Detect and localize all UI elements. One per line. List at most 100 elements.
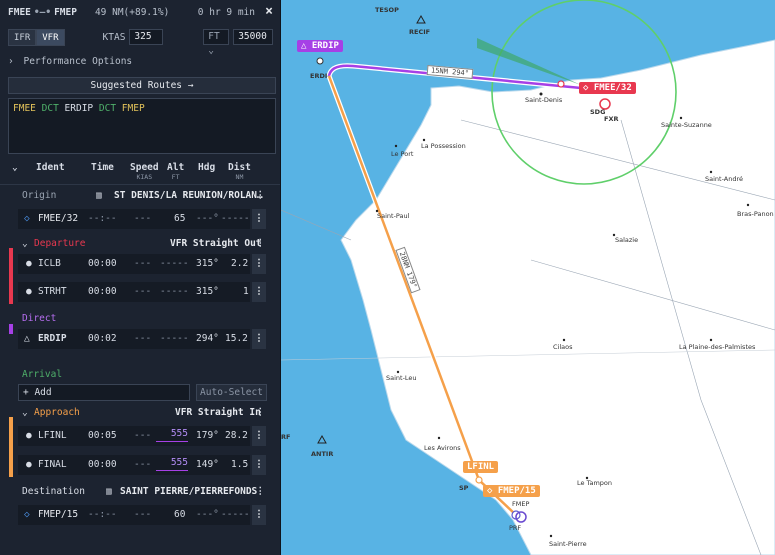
wp-menu-button[interactable]: ⋮ <box>252 282 266 302</box>
wp-menu-button[interactable]: ⋮ <box>252 209 266 229</box>
wp-speed: --- <box>134 258 152 269</box>
chevron-down-icon[interactable]: ⌄ <box>22 238 28 249</box>
wp-time: 00:02 <box>88 333 117 344</box>
place-label: Saint-Paul <box>377 212 410 220</box>
wp-ident: ICLB <box>38 258 61 269</box>
wp-alt: 60 <box>174 509 186 520</box>
close-icon[interactable]: × <box>265 4 273 19</box>
wp-time: 00:05 <box>88 430 117 441</box>
book-icon: ▥ <box>96 190 102 201</box>
wp-menu-button[interactable]: ⋮ <box>252 329 266 349</box>
place-label: RF <box>281 433 291 441</box>
chevron-right-icon: › <box>8 56 14 67</box>
altitude-unit-value: FT <box>208 31 220 42</box>
wp-hdg: 315° <box>196 258 219 269</box>
vfr-button[interactable]: VFR <box>36 28 65 46</box>
airport-diamond-icon: ◇ <box>487 486 498 496</box>
wp-speed: --- <box>134 459 152 470</box>
place-label: PRF <box>509 524 522 532</box>
waypoint-tag-lfinl[interactable]: LFINL <box>463 461 499 473</box>
col-alt-label: Alt <box>167 162 185 173</box>
col-dist-label: Dist <box>228 162 251 173</box>
waypoint-row-iclb[interactable]: ● ICLB 00:00 --- ----- 315° 2.2 <box>18 254 250 274</box>
place-label: La Plaine-des-Palmistes <box>679 343 756 351</box>
wp-time: 00:00 <box>88 286 117 297</box>
chevron-down-icon: ⌄ <box>208 45 215 56</box>
route-time: 0 hr 9 min <box>197 6 255 18</box>
origin-airport-name: ST DENIS/LA REUNION/ROLAN… <box>114 190 263 201</box>
col-time: Time <box>91 162 114 173</box>
origin-menu-icon[interactable]: ⋮ <box>256 190 266 201</box>
wp-alt-input[interactable]: 555 <box>156 457 188 471</box>
triangle-icon: △ <box>24 333 30 344</box>
map-canvas <box>281 0 775 555</box>
approach-color-bar <box>9 417 13 477</box>
map-view[interactable]: 15NM 294° 28NM 179° TESOP RECIF Saint-De… <box>281 0 775 555</box>
col-hdg: Hdg <box>198 162 216 173</box>
auto-select-button[interactable]: Auto-Select <box>196 384 267 401</box>
performance-options-label: Performance Options <box>23 56 133 67</box>
place-label: Le Tampon <box>577 479 613 487</box>
route-string-input[interactable]: FMEE DCT ERDIP DCT FMEP <box>8 98 276 154</box>
tag-label: FMEE/32 <box>593 83 632 93</box>
waypoint-row-final[interactable]: ● FINAL 00:00 --- 555 149° 1.5 <box>18 455 250 475</box>
place-label: Saint-Leu <box>386 374 417 382</box>
waypoint-row-origin[interactable]: ◇ FMEE/32 --:-- --- 65 ---° ----- <box>18 209 250 229</box>
wp-menu-button[interactable]: ⋮ <box>252 254 266 274</box>
route-distance: 49 NM(+89.1%) <box>94 6 170 18</box>
performance-options-toggle[interactable]: › Performance Options <box>8 56 132 67</box>
wp-menu-button[interactable]: ⋮ <box>252 426 266 446</box>
place-label: ANTIR <box>311 450 334 458</box>
wp-speed: --- <box>134 213 152 224</box>
suggested-routes-button[interactable]: Suggested Routes → <box>8 77 276 94</box>
col-alt: Alt FT <box>167 162 184 181</box>
waypoint-row-destination[interactable]: ◇ FMEP/15 --:-- --- 60 ---° ----- <box>18 505 250 525</box>
flight-plan-panel: FMEE •—• FMEP 49 NM(+89.1%) 0 hr 9 min ×… <box>0 0 281 555</box>
waypoint-row-strht[interactable]: ● STRHT 00:00 --- ----- 315° 1 <box>18 282 250 302</box>
tag-label: ERDIP <box>311 41 339 51</box>
destination-label: Destination <box>22 486 85 497</box>
waypoint-tag-fmep[interactable]: ◇ FMEP/15 <box>483 485 540 497</box>
waypoint-row-lfinl[interactable]: ● LFINL 00:05 --- 555 179° 28.2 <box>18 426 250 446</box>
place-label: TESOP <box>375 6 399 14</box>
approach-procedure[interactable]: VFR Straight In <box>175 407 261 418</box>
wp-alt-input[interactable]: 555 <box>156 428 188 442</box>
wp-menu-button[interactable]: ⋮ <box>252 505 266 525</box>
waypoint-dot-icon: ● <box>26 430 32 441</box>
chevron-down-icon[interactable]: ⌄ <box>22 407 28 418</box>
col-speed-label: Speed <box>130 162 159 173</box>
departure-procedure[interactable]: VFR Straight Out <box>170 238 262 249</box>
ifr-button[interactable]: IFR <box>8 28 37 46</box>
departure-color-bar <box>9 248 13 304</box>
destination-menu-icon[interactable]: ⋮ <box>256 486 266 497</box>
col-ident: Ident <box>36 162 65 173</box>
place-label: Le Port <box>391 150 414 158</box>
wp-speed: --- <box>134 430 152 441</box>
ktas-input[interactable]: 325 <box>129 29 164 45</box>
route-summary-bar: FMEE •—• FMEP 49 NM(+89.1%) 0 hr 9 min × <box>0 0 280 24</box>
place-label: Sainte-Suzanne <box>661 121 712 129</box>
wp-dist: 1 <box>243 286 249 297</box>
waypoint-row-erdip[interactable]: △ ERDIP 00:02 --- ----- 294° 15.2 <box>18 329 250 349</box>
wp-hdg: 294° <box>196 333 219 344</box>
altitude-unit-select[interactable]: FT ⌄ <box>203 29 230 56</box>
place-label: Les Avirons <box>424 444 461 452</box>
approach-section: ⌄ Approach VFR Straight In ⋮ <box>8 407 273 421</box>
wp-dist: 28.2 <box>225 430 248 441</box>
waypoint-tag-fmee[interactable]: ◇ FMEE/32 <box>579 82 636 94</box>
departure-menu-icon[interactable]: ⋮ <box>256 238 266 249</box>
place-label: Saint-Denis <box>525 96 563 104</box>
add-arrival-button[interactable]: + Add <box>18 384 190 401</box>
wp-ident: STRHT <box>38 286 67 297</box>
wp-dist: 15.2 <box>225 333 248 344</box>
altitude-input[interactable]: 35000 <box>233 29 273 45</box>
collapse-all-chevron-icon[interactable]: ⌄ <box>12 162 18 173</box>
wp-menu-button[interactable]: ⋮ <box>252 455 266 475</box>
waypoint-tag-erdip[interactable]: △ ERDIP <box>297 40 343 52</box>
route-token: DCT <box>41 103 59 114</box>
approach-menu-icon[interactable]: ⋮ <box>256 407 266 418</box>
wp-alt: ----- <box>160 286 189 297</box>
col-speed: Speed KIAS <box>130 162 159 181</box>
origin-label: Origin <box>22 190 57 201</box>
wp-time: 00:00 <box>88 258 117 269</box>
